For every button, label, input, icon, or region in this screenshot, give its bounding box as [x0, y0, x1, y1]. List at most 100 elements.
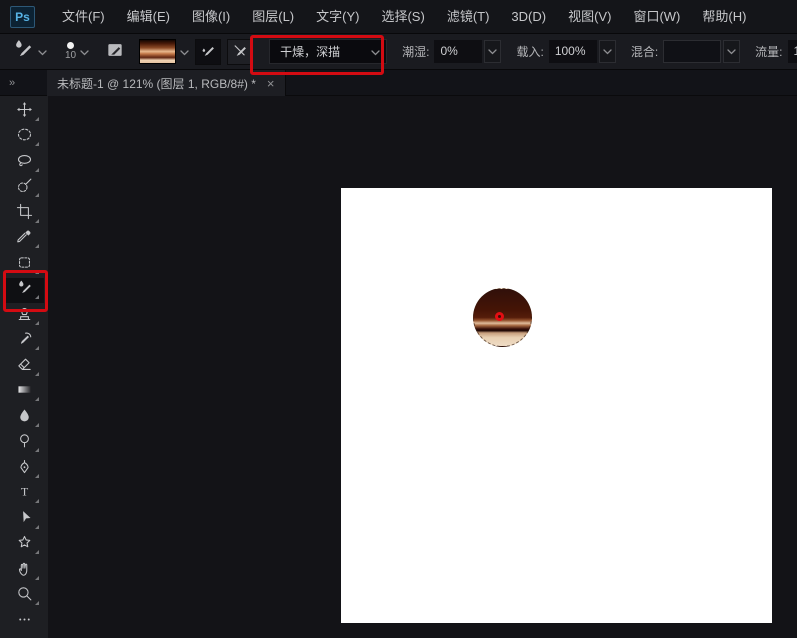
- photoshop-window: Ps 文件(F) 编辑(E) 图像(I) 图层(L) 文字(Y) 选择(S) 滤…: [0, 0, 797, 638]
- workspace: T: [0, 96, 797, 638]
- ellipse-marquee-tool[interactable]: [4, 125, 44, 151]
- tool-flyout-triangle-icon: [35, 218, 39, 223]
- wet-value[interactable]: 0%: [434, 40, 483, 63]
- hand-tool[interactable]: [4, 558, 44, 584]
- load-label: 载入:: [516, 45, 544, 59]
- crop-icon: [16, 203, 33, 225]
- chevron-down-icon: [38, 43, 47, 61]
- close-icon[interactable]: ×: [267, 77, 275, 90]
- menu-type[interactable]: 文字(Y): [305, 0, 370, 34]
- copper-paint-swatch: [139, 39, 177, 64]
- eraser-icon: [16, 356, 33, 378]
- flow-value[interactable]: 100%: [787, 40, 797, 63]
- gradient-tool[interactable]: [4, 380, 44, 406]
- chevron-down-icon[interactable]: [80, 43, 89, 61]
- wet-label: 潮湿:: [402, 45, 430, 59]
- flow-setting: 流量: 100%: [755, 40, 797, 63]
- ellipse-marquee-icon: [16, 126, 33, 148]
- edit-toolbar[interactable]: [4, 609, 44, 635]
- patch-tool[interactable]: [4, 252, 44, 278]
- move-tool[interactable]: [4, 99, 44, 125]
- path-select-icon: [16, 509, 33, 531]
- blur-icon: [16, 407, 33, 429]
- menu-image[interactable]: 图像(I): [181, 0, 241, 34]
- mixer-brush-tool[interactable]: [4, 277, 44, 303]
- clean-brush-after-stroke-button[interactable]: [227, 38, 254, 65]
- lasso-tool[interactable]: [4, 150, 44, 176]
- panel-expand-chevrons[interactable]: »: [0, 70, 47, 95]
- flow-label: 流量:: [755, 45, 783, 59]
- wet-dropdown-button[interactable]: [484, 40, 502, 63]
- menu-window[interactable]: 窗口(W): [622, 0, 691, 34]
- clone-stamp-tool[interactable]: [4, 303, 44, 329]
- menu-help[interactable]: 帮助(H): [691, 0, 757, 34]
- menu-edit[interactable]: 编辑(E): [116, 0, 181, 34]
- pen-tool[interactable]: [4, 456, 44, 482]
- menu-view[interactable]: 视图(V): [557, 0, 622, 34]
- mix-dropdown-button[interactable]: [723, 40, 741, 63]
- load-brush-after-stroke-icon: [199, 41, 217, 62]
- toggle-brush-settings-panel-button[interactable]: [103, 40, 127, 64]
- menu-filter[interactable]: 滤镜(T): [436, 0, 501, 34]
- tool-flyout-triangle-icon: [35, 269, 39, 274]
- brush-preset-picker[interactable]: 10: [65, 42, 76, 61]
- load-brush-after-stroke-button[interactable]: [195, 38, 222, 65]
- menu-layer[interactable]: 图层(L): [241, 0, 305, 34]
- edit-toolbar-icon: [16, 611, 33, 633]
- tool-flyout-triangle-icon: [35, 473, 39, 478]
- path-select-tool[interactable]: [4, 507, 44, 533]
- shape-tool[interactable]: [4, 533, 44, 559]
- selection-brush-tool[interactable]: [4, 176, 44, 202]
- move-icon: [16, 101, 33, 123]
- document-canvas[interactable]: [341, 188, 772, 623]
- wetness-preset-value: 干燥，深描: [280, 45, 341, 59]
- tool-flyout-triangle-icon: [35, 422, 39, 427]
- tool-flyout-triangle-icon: [35, 295, 39, 299]
- tool-preset-button[interactable]: [12, 38, 47, 65]
- history-brush-tool[interactable]: [4, 329, 44, 355]
- mix-label: 混合:: [630, 45, 659, 59]
- brush-settings-panel-icon: [105, 40, 125, 63]
- tool-flyout-triangle-icon: [35, 397, 39, 401]
- load-value[interactable]: 100%: [548, 40, 597, 63]
- pasteboard: [48, 96, 797, 638]
- current-brush-load-swatch[interactable]: [139, 39, 189, 64]
- type-icon: T: [16, 483, 33, 505]
- mix-setting: 混合:: [630, 40, 741, 63]
- gradient-icon: [16, 381, 33, 403]
- blur-tool[interactable]: [4, 405, 44, 431]
- menu-file[interactable]: 文件(F): [51, 0, 116, 34]
- brush-tip-preview-icon: [67, 42, 75, 49]
- tool-flyout-triangle-icon: [35, 320, 39, 325]
- chevron-down-icon: [180, 43, 189, 61]
- wet-setting: 潮湿: 0%: [402, 40, 502, 63]
- type-tool[interactable]: T: [4, 482, 44, 508]
- load-dropdown-button[interactable]: [598, 40, 616, 63]
- mix-value[interactable]: [663, 40, 722, 63]
- zoom-tool[interactable]: [4, 584, 44, 610]
- wetness-preset-dropdown[interactable]: 干燥，深描: [269, 39, 388, 64]
- crop-tool[interactable]: [4, 201, 44, 227]
- clean-brush-after-stroke-icon: [231, 41, 249, 62]
- menu-3d[interactable]: 3D(D): [500, 0, 557, 34]
- document-tab[interactable]: 未标题-1 @ 121% (图层 1, RGB/8#) * ×: [47, 70, 286, 96]
- tool-flyout-triangle-icon: [35, 193, 39, 197]
- menu-select[interactable]: 选择(S): [370, 0, 435, 34]
- dodge-tool[interactable]: [4, 431, 44, 457]
- tool-flyout-triangle-icon: [35, 550, 39, 554]
- eyedropper-tool[interactable]: [4, 227, 44, 253]
- pen-icon: [16, 458, 33, 480]
- dodge-icon: [16, 432, 33, 454]
- document-tab-title: 未标题-1 @ 121% (图层 1, RGB/8#) *: [57, 76, 256, 91]
- svg-text:T: T: [20, 485, 28, 499]
- tool-flyout-triangle-icon: [35, 575, 39, 580]
- history-brush-icon: [16, 330, 33, 352]
- chevron-down-icon: [371, 43, 380, 61]
- tool-options-bar: 10 干燥，深描 潮湿: 0% 载入: 100% 混合: 流量: 1: [0, 34, 797, 70]
- eraser-tool[interactable]: [4, 354, 44, 380]
- brush-cursor-ring: [495, 312, 504, 321]
- document-tab-bar: » 未标题-1 @ 121% (图层 1, RGB/8#) * ×: [0, 70, 797, 96]
- hand-icon: [16, 560, 33, 582]
- tool-flyout-triangle-icon: [35, 142, 39, 146]
- tool-flyout-triangle-icon: [35, 116, 39, 121]
